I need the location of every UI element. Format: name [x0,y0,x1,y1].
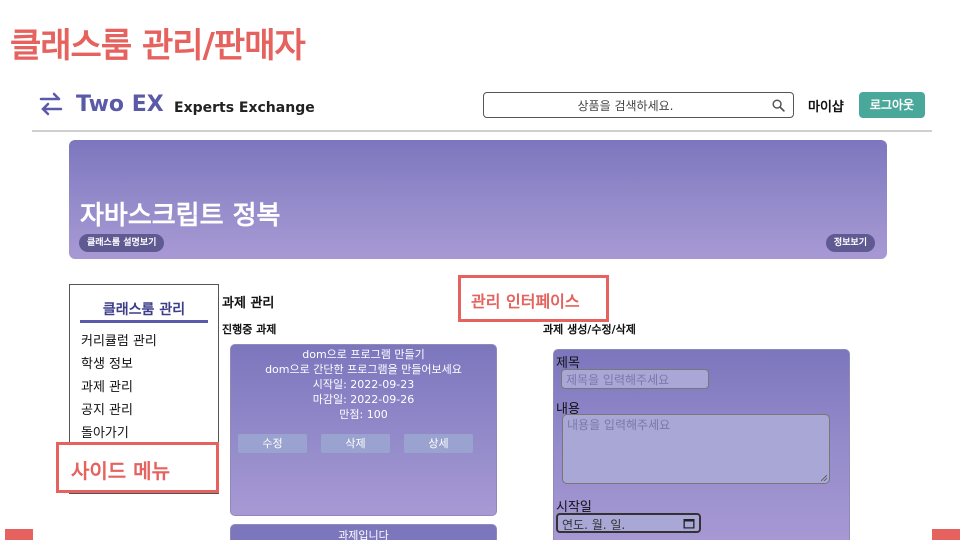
mypage-link[interactable]: 마이샵 [808,96,844,115]
detail-button[interactable]: 상세 [404,434,473,453]
logout-button[interactable]: 로그아웃 [859,92,925,118]
classroom-title: 자바스크립트 정복 [80,201,281,231]
assignment-form: 제목 제목을 입력해주세요 내용 내용을 입력해주세요 시작일 연도. 월. 일… [553,349,850,540]
content-placeholder: 내용을 입력해주세요 [567,418,671,432]
resize-grip-icon[interactable] [821,475,827,481]
sidebar-item-assignments[interactable]: 과제 관리 [81,376,157,399]
site-header: Two EX Experts Exchange 상품을 검색하세요. 마이샵 로… [32,84,932,132]
info-button[interactable]: 정보보기 [825,234,875,252]
sidebar-item-curriculum[interactable]: 커리큘럼 관리 [81,330,157,353]
assignment-2-name: 과제입니다 [338,529,389,540]
swap-arrows-icon [39,92,63,116]
assignment-name: dom으로 프로그램 만들기 [302,348,425,361]
delete-button[interactable]: 삭제 [321,434,390,453]
search-input[interactable]: 상품을 검색하세요. [483,92,794,118]
ongoing-title: 진행중 과제 [222,323,277,336]
section-title: 과제 관리 [222,296,275,311]
admin-interface-callout: 관리 인터페이스 [458,275,609,322]
sidebar-list: 커리큘럼 관리 학생 정보 과제 관리 공지 관리 돌아가기 [81,330,157,445]
title-input[interactable]: 제목을 입력해주세요 [561,369,709,389]
search-placeholder: 상품을 검색하세요. [577,99,674,113]
sidebar-item-students[interactable]: 학생 정보 [81,353,157,376]
brand-subtitle: Experts Exchange [174,100,315,116]
manage-title: 과제 생성/수정/삭제 [543,323,636,336]
side-menu-callout: 사이드 메뉴 [56,442,219,493]
assignment-card-2: 과제입니다 [230,524,497,540]
assignment-details: dom으로 프로그램 만들기 dom으로 간단한 프로그램을 만들어보세요 시작… [231,347,496,422]
slide-title: 클래스룸 관리/판매자 [10,26,306,66]
date-placeholder: 연도. 월. 일. [562,518,626,532]
classroom-description-button[interactable]: 클래스룸 설명보기 [79,234,165,252]
sidebar-heading: 클래스룸 관리 [102,302,186,318]
sidebar-item-notices[interactable]: 공지 관리 [81,399,157,422]
calendar-icon[interactable] [683,518,695,529]
classroom-banner: 자바스크립트 정복 클래스룸 설명보기 정보보기 [69,140,887,259]
decor-corner-left [5,529,33,540]
assignment-max-score: 만점: 100 [339,408,388,421]
decor-corner-right [932,529,960,540]
assignment-description: dom으로 간단한 프로그램을 만들어보세요 [265,363,462,376]
search-icon[interactable] [772,99,785,112]
start-date-input[interactable]: 연도. 월. 일. [556,513,701,533]
brand-logo[interactable]: Two EX [76,92,164,117]
assignment-card: dom으로 프로그램 만들기 dom으로 간단한 프로그램을 만들어보세요 시작… [230,344,497,516]
sidebar-divider [80,320,208,323]
edit-button[interactable]: 수정 [238,434,307,453]
assignment-start-date: 시작일: 2022-09-23 [312,378,415,391]
assignment-due-date: 마감일: 2022-09-26 [312,393,415,406]
content-textarea[interactable]: 내용을 입력해주세요 [562,414,830,484]
